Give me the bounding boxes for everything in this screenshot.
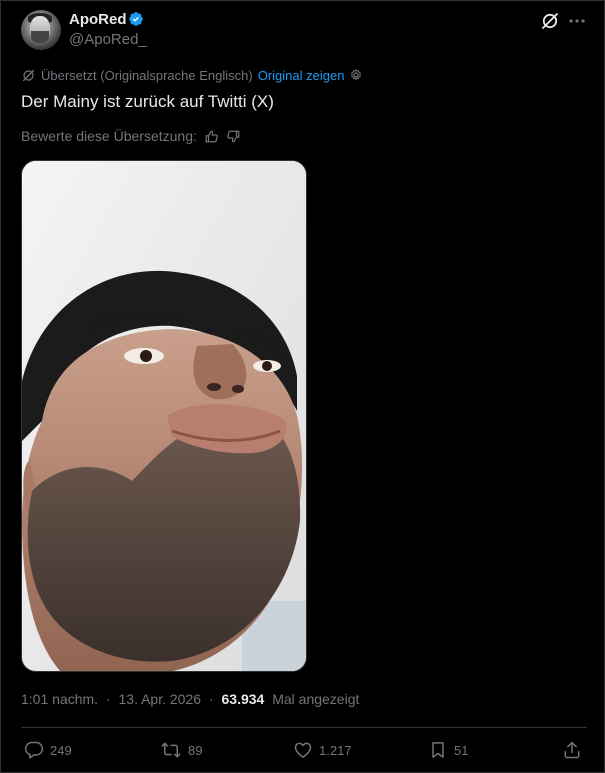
reply-icon: [24, 741, 44, 759]
thumbs-up-icon[interactable]: [204, 129, 219, 144]
repost-count: 89: [188, 742, 203, 758]
grok-icon[interactable]: [540, 11, 560, 31]
avatar-beard: [31, 31, 49, 43]
views-label: Mal angezeigt: [272, 691, 360, 707]
author-handle[interactable]: @ApoRed_: [69, 31, 147, 49]
tweet-text: Der Mainy ist zurück auf Twitti (X): [21, 92, 274, 111]
tweet-photo-illustration: [22, 161, 306, 671]
translation-notice: Übersetzt (Originalsprache Englisch) Ori…: [21, 67, 368, 83]
tweet-photo[interactable]: [21, 160, 307, 672]
heart-icon: [294, 742, 312, 758]
bookmark-button[interactable]: 51: [428, 740, 468, 760]
like-count: 1.217: [319, 742, 352, 758]
settings-gear-icon[interactable]: [349, 68, 363, 82]
show-original-link[interactable]: Original zeigen: [258, 68, 345, 83]
reply-button[interactable]: 249: [24, 740, 72, 760]
bookmark-icon: [432, 742, 444, 758]
rate-translation: Bewerte diese Übersetzung:: [21, 127, 241, 145]
meta-separator: ·: [208, 691, 214, 707]
tweet-time[interactable]: 1:01 nachm.: [21, 691, 98, 707]
translation-notice-text: Übersetzt (Originalsprache Englisch): [41, 67, 253, 83]
repost-button[interactable]: 89: [160, 740, 202, 760]
verified-badge-icon: [129, 12, 143, 26]
bookmark-count: 51: [454, 742, 469, 758]
share-icon: [564, 741, 580, 759]
repost-icon: [161, 742, 181, 758]
views-count: 63.934: [221, 691, 265, 707]
thumbs-down-icon[interactable]: [226, 129, 241, 144]
author-display-name[interactable]: ApoRed: [69, 11, 127, 29]
like-button[interactable]: 1.217: [293, 740, 352, 760]
reply-count: 249: [50, 742, 72, 758]
share-button[interactable]: [562, 740, 588, 760]
rate-translation-label: Bewerte diese Übersetzung:: [21, 128, 197, 144]
avatar[interactable]: [21, 10, 61, 50]
meta-separator: ·: [105, 691, 111, 707]
divider: [21, 727, 587, 728]
tweet-meta: 1:01 nachm. · 13. Apr. 2026 · 63.934 Mal…: [21, 690, 359, 708]
tweet-date[interactable]: 13. Apr. 2026: [119, 691, 202, 707]
translate-icon: [22, 69, 35, 81]
more-options-icon[interactable]: [567, 11, 587, 31]
